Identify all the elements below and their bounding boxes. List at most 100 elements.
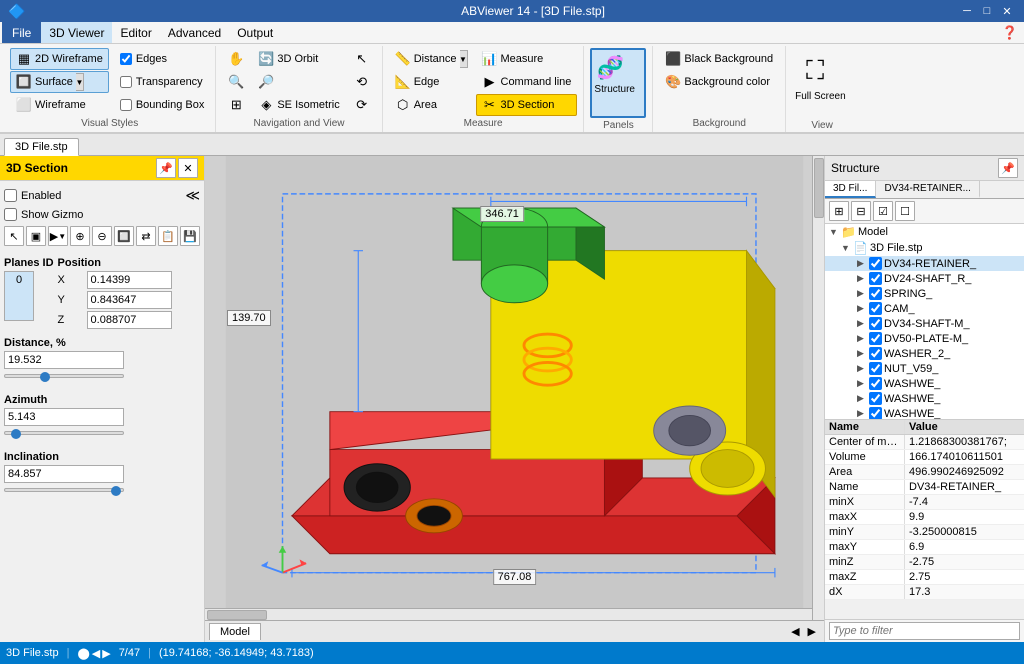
close-button[interactable]: ✕ (998, 3, 1016, 19)
tree-item-1[interactable]: ▶ DV24-SHAFT_R_ (825, 271, 1024, 286)
btn-cmdline[interactable]: ▶ Command line (476, 71, 578, 93)
doc-tab-3dfile[interactable]: 3D File.stp (4, 138, 79, 156)
distance-input[interactable] (4, 351, 124, 369)
show-gizmo-checkbox[interactable] (4, 208, 17, 221)
tree-checkbox-9[interactable] (869, 392, 882, 405)
btn-2d-wireframe[interactable]: ▦ 2D Wireframe (10, 48, 109, 70)
btn-surface[interactable]: 🔲 Surface ▼ (10, 71, 109, 93)
restore-button[interactable]: □ (978, 3, 996, 19)
btn-nav3[interactable]: ⟳ (348, 94, 376, 116)
tree-checkbox-1[interactable] (869, 272, 882, 285)
tree-model[interactable]: ▼ 📁 Model (825, 224, 1024, 240)
tree-checkbox-8[interactable] (869, 377, 882, 390)
btn-pan[interactable]: ✋ (222, 48, 250, 70)
btn-fit[interactable]: ⊞ (222, 94, 250, 116)
tree-checkbox-3[interactable] (869, 302, 882, 315)
btn-wireframe[interactable]: ⬜ Wireframe (10, 94, 109, 116)
check-edges[interactable]: Edges (115, 48, 210, 70)
tree-checkbox-10[interactable] (869, 407, 882, 419)
btn-measure[interactable]: 📊 Measure (476, 48, 578, 70)
z-input[interactable] (87, 311, 172, 329)
tree-item-8[interactable]: ▶ WASHWE_ (825, 376, 1024, 391)
tree-checkbox-4[interactable] (869, 317, 882, 330)
menu-file[interactable]: File (2, 22, 41, 43)
collapse-icon[interactable]: ≪ (185, 187, 200, 204)
btn-zoom2[interactable]: 🔎 (252, 71, 345, 93)
btn-nav2[interactable]: ⟲ (348, 71, 376, 93)
section-pin-button[interactable]: 📌 (156, 158, 176, 178)
tool-del[interactable]: ⊖ (92, 226, 112, 246)
inclination-slider-thumb[interactable] (111, 486, 121, 496)
tree-item-10[interactable]: ▶ WASHWE_ (825, 406, 1024, 419)
struct-check-btn[interactable]: ☑ (873, 201, 893, 221)
section-close-button[interactable]: ✕ (178, 158, 198, 178)
btn-distance[interactable]: 📏 Distance ▼ (389, 48, 474, 70)
tool-cap[interactable]: 🔲 (114, 226, 134, 246)
filter-input[interactable] (829, 622, 1020, 640)
btn-structure[interactable]: 🧬 Structure (590, 48, 646, 118)
menu-3dviewer[interactable]: 3D Viewer (41, 22, 112, 43)
btn-3dorbit[interactable]: 🔄 3D Orbit (252, 48, 345, 70)
menu-output[interactable]: Output (229, 22, 281, 43)
btn-nav1[interactable]: ↖ (348, 48, 376, 70)
btn-zoom[interactable]: 🔍 (222, 71, 250, 93)
tool-select[interactable]: ↖ (4, 226, 24, 246)
struct-expand-btn[interactable]: ⊞ (829, 201, 849, 221)
tree-item-2[interactable]: ▶ SPRING_ (825, 286, 1024, 301)
distance-slider-thumb[interactable] (40, 372, 50, 382)
planes-id-box[interactable]: 0 (4, 271, 34, 321)
distance-dropdown[interactable]: ▼ (460, 50, 468, 68)
scrollbar-bottom[interactable] (205, 608, 812, 620)
x-input[interactable] (87, 271, 172, 289)
tree-item-5[interactable]: ▶ DV50-PLATE-M_ (825, 331, 1024, 346)
tree-checkbox-2[interactable] (869, 287, 882, 300)
tool-copy[interactable]: 📋 (158, 226, 178, 246)
tool-plane[interactable]: ▣ (26, 226, 46, 246)
tool-flip[interactable]: ⇄ (136, 226, 156, 246)
viewport[interactable]: 346.71 139.70 767.08 Model ◀ ▶ (205, 156, 824, 642)
enabled-checkbox[interactable] (4, 189, 17, 202)
check-transparency[interactable]: Transparency (115, 71, 210, 93)
btn-bg-color[interactable]: 🎨 Background color (659, 71, 779, 93)
bounding-box-checkbox[interactable] (120, 99, 132, 111)
tree-item-9[interactable]: ▶ WASHWE_ (825, 391, 1024, 406)
inclination-input[interactable] (4, 465, 124, 483)
surface-dropdown[interactable]: ▼ (76, 73, 84, 91)
menu-advanced[interactable]: Advanced (160, 22, 229, 43)
scrollbar-right[interactable] (812, 156, 824, 620)
tree-checkbox-6[interactable] (869, 347, 882, 360)
tree-checkbox-7[interactable] (869, 362, 882, 375)
viewport-tab-model[interactable]: Model (209, 623, 261, 640)
btn-area[interactable]: ⬡ Area (389, 94, 474, 116)
edges-checkbox[interactable] (120, 53, 132, 65)
struct-tab-file[interactable]: 3D Fil... (825, 181, 876, 198)
help-icon[interactable]: ❓ (1002, 25, 1018, 41)
y-input[interactable] (87, 291, 172, 309)
tree-item-0[interactable]: ▶ DV34-RETAINER_ (825, 256, 1024, 271)
tree-checkbox-5[interactable] (869, 332, 882, 345)
tool-add[interactable]: ⊕ (70, 226, 90, 246)
viewport-scroll-right[interactable]: ▶ (804, 625, 820, 638)
tree-file[interactable]: ▼ 📄 3D File.stp (825, 240, 1024, 256)
tool-export[interactable]: 💾 (180, 226, 200, 246)
btn-black-bg[interactable]: ⬛ Black Background (659, 48, 779, 70)
viewport-scroll-left[interactable]: ◀ (787, 625, 803, 638)
btn-edge[interactable]: 📐 Edge (389, 71, 474, 93)
menu-editor[interactable]: Editor (112, 22, 159, 43)
btn-se-isometric[interactable]: ◈ SE Isometric (252, 94, 345, 116)
enabled-checkbox-row[interactable]: Enabled ≪ (4, 185, 200, 206)
btn-fullscreen[interactable]: ⛶ Full Screen (792, 48, 852, 118)
model-area[interactable]: 346.71 139.70 767.08 (205, 156, 824, 620)
azimuth-input[interactable] (4, 408, 124, 426)
azimuth-slider-thumb[interactable] (11, 429, 21, 439)
transparency-checkbox[interactable] (120, 76, 132, 88)
tree-item-7[interactable]: ▶ NUT_V59_ (825, 361, 1024, 376)
btn-3dsection[interactable]: ✂ 3D Section (476, 94, 578, 116)
tree-area[interactable]: ▼ 📁 Model ▼ 📄 3D File.stp ▶ DV34-RETAINE… (825, 224, 1024, 419)
check-bounding-box[interactable]: Bounding Box (115, 94, 210, 116)
tree-checkbox-0[interactable] (869, 257, 882, 270)
tree-item-3[interactable]: ▶ CAM_ (825, 301, 1024, 316)
struct-tab-part[interactable]: DV34-RETAINER... (876, 181, 980, 198)
struct-collapse-btn[interactable]: ⊟ (851, 201, 871, 221)
minimize-button[interactable]: ─ (958, 3, 976, 19)
